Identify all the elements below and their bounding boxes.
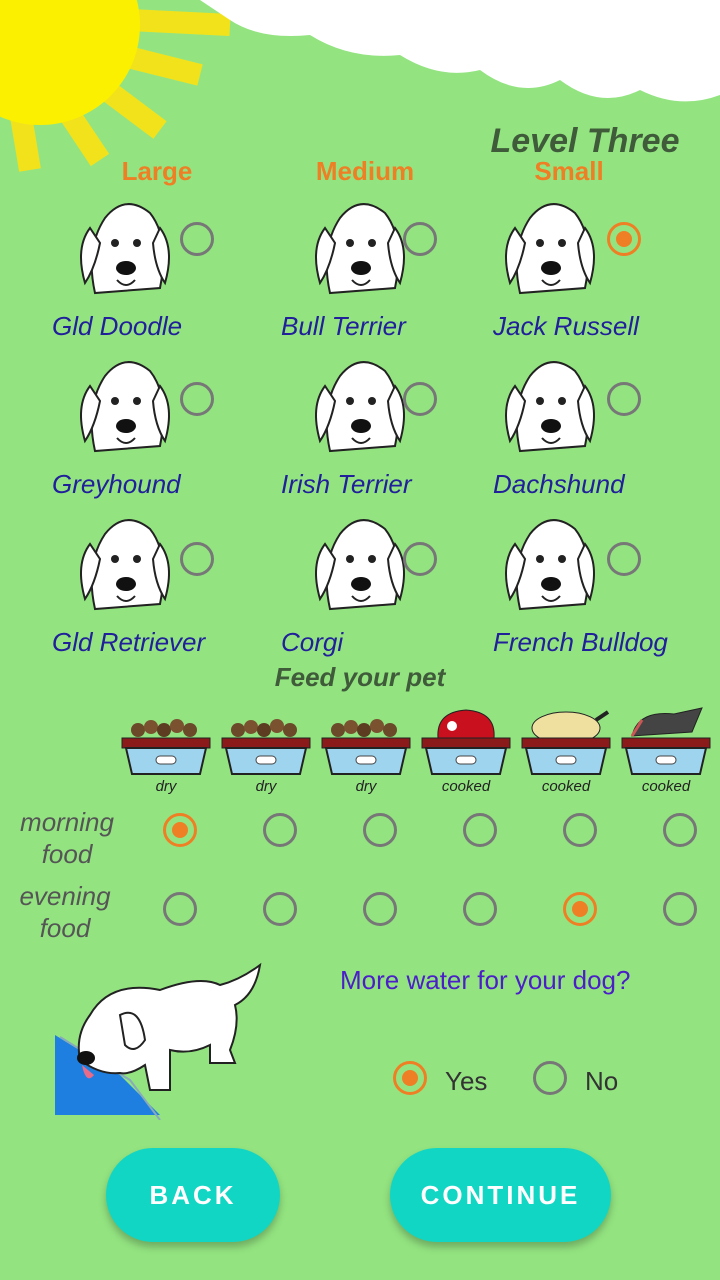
dog-radio-gld-retriever[interactable]: [180, 542, 214, 576]
dog-radio-dachshund[interactable]: [607, 382, 641, 416]
water-question: More water for your dog?: [340, 965, 631, 995]
water-no-label: No: [585, 1066, 619, 1096]
evening-food-radio-4[interactable]: [463, 892, 497, 926]
dog-radio-irish-terrier[interactable]: [403, 382, 437, 416]
food-bowl-5-label: cooked: [541, 778, 591, 795]
dog-portrait-jack-russell: [505, 203, 595, 295]
food-bowl-3-label: dry: [355, 778, 377, 795]
food-bowl-4-label: cooked: [441, 778, 491, 795]
dog-label-french-bulldog: French Bulldog: [493, 627, 668, 657]
size-header-large: Large: [121, 156, 193, 186]
water-yes-label: Yes: [445, 1066, 488, 1096]
dog-portrait-irish-terrier: [315, 361, 405, 453]
dog-radio-gld-doodle[interactable]: [180, 222, 214, 256]
morning-food-label: morning food: [20, 807, 114, 869]
water-yes-radio[interactable]: [393, 1061, 427, 1095]
dog-portrait-dachshund: [505, 361, 595, 453]
size-header-small: Small: [534, 156, 604, 186]
food-bowl-1-label: dry: [155, 778, 177, 795]
morning-food-radio-2[interactable]: [263, 813, 297, 847]
dog-label-corgi: Corgi: [281, 627, 344, 657]
dog-label-bull-terrier: Bull Terrier: [281, 311, 406, 341]
dog-radio-french-bulldog[interactable]: [607, 542, 641, 576]
dog-portrait-french-bulldog: [505, 519, 595, 611]
dog-portrait-gld-doodle: [80, 203, 170, 295]
dog-portrait-greyhound: [80, 361, 170, 453]
dog-radio-bull-terrier[interactable]: [403, 222, 437, 256]
dog-portrait-bull-terrier: [315, 203, 405, 295]
morning-food-radio-3[interactable]: [363, 813, 397, 847]
dog-label-irish-terrier: Irish Terrier: [281, 469, 412, 499]
dog-label-gld-retriever: Gld Retriever: [52, 627, 206, 657]
morning-food-radio-1[interactable]: [163, 813, 197, 847]
morning-food-radio-5[interactable]: [563, 813, 597, 847]
dog-radio-greyhound[interactable]: [180, 382, 214, 416]
morning-food-radio-6[interactable]: [663, 813, 697, 847]
water-no-radio[interactable]: [533, 1061, 567, 1095]
dog-label-gld-doodle: Gld Doodle: [52, 311, 183, 341]
evening-food-label: evening food: [19, 881, 111, 943]
dog-label-greyhound: Greyhound: [52, 469, 181, 499]
evening-food-radio-1[interactable]: [163, 892, 197, 926]
evening-food-radio-2[interactable]: [263, 892, 297, 926]
food-bowl-2-label: dry: [255, 778, 277, 795]
morning-food-radio-4[interactable]: [463, 813, 497, 847]
continue-button[interactable]: CONTINUE: [390, 1148, 611, 1242]
evening-food-radio-6[interactable]: [663, 892, 697, 926]
dog-radio-jack-russell[interactable]: [607, 222, 641, 256]
dog-radio-corgi[interactable]: [403, 542, 437, 576]
drinking-dog-illustration: [55, 962, 262, 1120]
dog-label-jack-russell: Jack Russell: [493, 311, 639, 341]
feed-title: Feed your pet: [274, 662, 446, 692]
dog-label-dachshund: Dachshund: [493, 469, 625, 499]
evening-food-radio-3[interactable]: [363, 892, 397, 926]
dog-portrait-corgi: [315, 519, 405, 611]
evening-food-radio-5[interactable]: [563, 892, 597, 926]
back-button[interactable]: BACK: [106, 1148, 280, 1242]
dog-portrait-gld-retriever: [80, 519, 170, 611]
size-header-medium: Medium: [315, 156, 415, 186]
food-bowl-6-label: cooked: [641, 778, 691, 795]
cloud-decoration: [200, 0, 720, 102]
